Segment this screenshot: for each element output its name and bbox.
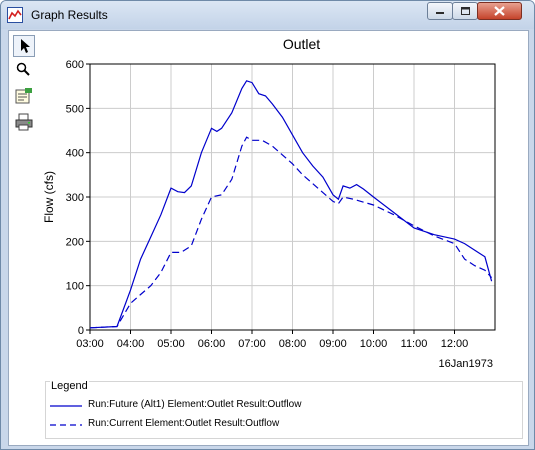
title-bar[interactable]: Graph Results	[1, 1, 534, 29]
x-tick-label: 04:00	[117, 338, 145, 350]
x-tick-label: 05:00	[157, 338, 185, 350]
minimize-icon	[436, 12, 444, 14]
x-tick-label: 06:00	[198, 338, 226, 350]
legend-dashed-line-icon	[50, 424, 82, 426]
y-tick-label: 200	[66, 236, 84, 248]
x-tick-label: 12:00	[441, 338, 469, 350]
maximize-icon	[461, 7, 470, 15]
y-tick-label: 300	[66, 192, 84, 204]
y-tick-label: 600	[66, 59, 84, 71]
x-tick-label: 08:00	[279, 338, 307, 350]
y-tick-label: 0	[78, 325, 84, 337]
x-tick-label: 07:00	[238, 338, 266, 350]
x-tick-label: 10:00	[360, 338, 388, 350]
legend-solid-line-icon	[50, 405, 82, 407]
close-button[interactable]	[477, 2, 522, 20]
legend: Legend Run:Future (Alt1) Element:Outlet …	[45, 380, 523, 439]
legend-title: Legend	[50, 380, 89, 392]
maximize-button[interactable]	[452, 2, 478, 20]
minimize-button[interactable]	[427, 2, 453, 20]
y-tick-label: 100	[66, 281, 84, 293]
legend-label-future: Run:Future (Alt1) Element:Outlet Result:…	[88, 399, 302, 410]
x-tick-label: 03:00	[76, 338, 104, 350]
graph-app-icon	[7, 7, 23, 23]
y-tick-label: 400	[66, 148, 84, 160]
window-title: Graph Results	[31, 8, 108, 22]
close-icon	[494, 6, 505, 16]
graph-panel: Outlet 0 100 200 300 400 500 600 03:00 04:00 05:0…	[8, 30, 529, 446]
y-axis-label: Flow (cfs)	[42, 171, 56, 223]
legend-label-current: Run:Current Element:Outlet Result:Outflo…	[88, 418, 280, 429]
graph-results-window: Graph Results Outlet 0 100 200 300 400 5…	[0, 0, 535, 450]
x-tick-label: 09:00	[319, 338, 347, 350]
y-tick-label: 500	[66, 103, 84, 115]
date-label: 16Jan1973	[439, 358, 493, 370]
flow-chart: 0 100 200 300 400 500 600 03:00 04:00 05:00 06:00 0…	[42, 59, 496, 370]
x-tick-label: 11:00	[401, 338, 428, 350]
